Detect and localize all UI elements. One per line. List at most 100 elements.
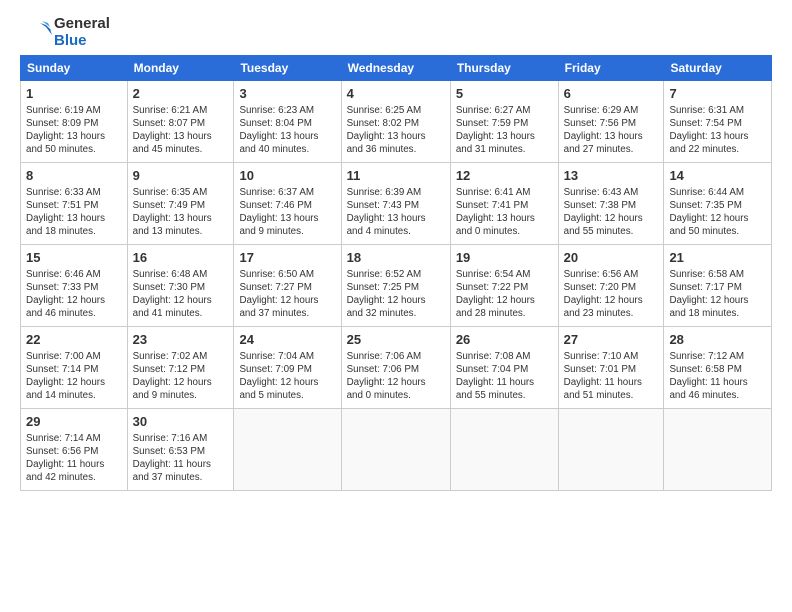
column-header-sunday: Sunday xyxy=(21,56,128,81)
day-info: Sunrise: 7:12 AM Sunset: 6:58 PM Dayligh… xyxy=(669,350,766,403)
day-number: 23 xyxy=(133,331,229,349)
day-info: Sunrise: 6:39 AM Sunset: 7:43 PM Dayligh… xyxy=(347,186,445,239)
calendar-cell: 23Sunrise: 7:02 AM Sunset: 7:12 PM Dayli… xyxy=(127,327,234,409)
calendar-cell: 19Sunrise: 6:54 AM Sunset: 7:22 PM Dayli… xyxy=(450,245,558,327)
logo-text-block: General Blue xyxy=(20,16,110,49)
calendar-cell: 5Sunrise: 6:27 AM Sunset: 7:59 PM Daylig… xyxy=(450,81,558,163)
calendar-cell: 6Sunrise: 6:29 AM Sunset: 7:56 PM Daylig… xyxy=(558,81,664,163)
day-number: 14 xyxy=(669,167,766,185)
calendar-cell: 12Sunrise: 6:41 AM Sunset: 7:41 PM Dayli… xyxy=(450,163,558,245)
day-number: 24 xyxy=(239,331,335,349)
page-container: General Blue SundayMondayTuesdayWednesda… xyxy=(0,0,792,501)
day-number: 29 xyxy=(26,413,122,431)
day-info: Sunrise: 6:50 AM Sunset: 7:27 PM Dayligh… xyxy=(239,268,335,321)
day-number: 20 xyxy=(564,249,659,267)
day-info: Sunrise: 6:48 AM Sunset: 7:30 PM Dayligh… xyxy=(133,268,229,321)
calendar-cell xyxy=(341,409,450,491)
day-number: 28 xyxy=(669,331,766,349)
day-number: 26 xyxy=(456,331,553,349)
column-header-friday: Friday xyxy=(558,56,664,81)
day-number: 4 xyxy=(347,85,445,103)
calendar-cell: 16Sunrise: 6:48 AM Sunset: 7:30 PM Dayli… xyxy=(127,245,234,327)
day-number: 30 xyxy=(133,413,229,431)
calendar-week-1: 1Sunrise: 6:19 AM Sunset: 8:09 PM Daylig… xyxy=(21,81,772,163)
day-number: 27 xyxy=(564,331,659,349)
calendar-cell: 21Sunrise: 6:58 AM Sunset: 7:17 PM Dayli… xyxy=(664,245,772,327)
day-number: 10 xyxy=(239,167,335,185)
day-number: 25 xyxy=(347,331,445,349)
day-info: Sunrise: 7:06 AM Sunset: 7:06 PM Dayligh… xyxy=(347,350,445,403)
calendar-cell xyxy=(664,409,772,491)
calendar-cell: 17Sunrise: 6:50 AM Sunset: 7:27 PM Dayli… xyxy=(234,245,341,327)
day-info: Sunrise: 6:46 AM Sunset: 7:33 PM Dayligh… xyxy=(26,268,122,321)
calendar-week-5: 29Sunrise: 7:14 AM Sunset: 6:56 PM Dayli… xyxy=(21,409,772,491)
calendar-cell: 2Sunrise: 6:21 AM Sunset: 8:07 PM Daylig… xyxy=(127,81,234,163)
column-header-monday: Monday xyxy=(127,56,234,81)
column-header-saturday: Saturday xyxy=(664,56,772,81)
calendar-cell: 18Sunrise: 6:52 AM Sunset: 7:25 PM Dayli… xyxy=(341,245,450,327)
day-info: Sunrise: 7:16 AM Sunset: 6:53 PM Dayligh… xyxy=(133,432,229,485)
day-info: Sunrise: 6:52 AM Sunset: 7:25 PM Dayligh… xyxy=(347,268,445,321)
calendar-cell: 30Sunrise: 7:16 AM Sunset: 6:53 PM Dayli… xyxy=(127,409,234,491)
day-number: 9 xyxy=(133,167,229,185)
calendar-cell: 11Sunrise: 6:39 AM Sunset: 7:43 PM Dayli… xyxy=(341,163,450,245)
day-info: Sunrise: 7:14 AM Sunset: 6:56 PM Dayligh… xyxy=(26,432,122,485)
calendar-cell: 1Sunrise: 6:19 AM Sunset: 8:09 PM Daylig… xyxy=(21,81,128,163)
calendar-cell: 8Sunrise: 6:33 AM Sunset: 7:51 PM Daylig… xyxy=(21,163,128,245)
day-info: Sunrise: 6:54 AM Sunset: 7:22 PM Dayligh… xyxy=(456,268,553,321)
day-info: Sunrise: 6:44 AM Sunset: 7:35 PM Dayligh… xyxy=(669,186,766,239)
day-info: Sunrise: 7:10 AM Sunset: 7:01 PM Dayligh… xyxy=(564,350,659,403)
logo-general: General xyxy=(54,16,110,33)
calendar-cell: 15Sunrise: 6:46 AM Sunset: 7:33 PM Dayli… xyxy=(21,245,128,327)
calendar-cell: 7Sunrise: 6:31 AM Sunset: 7:54 PM Daylig… xyxy=(664,81,772,163)
day-info: Sunrise: 6:43 AM Sunset: 7:38 PM Dayligh… xyxy=(564,186,659,239)
calendar-cell xyxy=(450,409,558,491)
day-info: Sunrise: 6:56 AM Sunset: 7:20 PM Dayligh… xyxy=(564,268,659,321)
calendar-week-2: 8Sunrise: 6:33 AM Sunset: 7:51 PM Daylig… xyxy=(21,163,772,245)
calendar-cell: 20Sunrise: 6:56 AM Sunset: 7:20 PM Dayli… xyxy=(558,245,664,327)
day-info: Sunrise: 6:41 AM Sunset: 7:41 PM Dayligh… xyxy=(456,186,553,239)
logo-words: General Blue xyxy=(54,16,110,49)
day-number: 11 xyxy=(347,167,445,185)
day-info: Sunrise: 6:29 AM Sunset: 7:56 PM Dayligh… xyxy=(564,104,659,157)
logo: General Blue xyxy=(20,16,110,49)
day-number: 22 xyxy=(26,331,122,349)
column-header-wednesday: Wednesday xyxy=(341,56,450,81)
day-info: Sunrise: 7:04 AM Sunset: 7:09 PM Dayligh… xyxy=(239,350,335,403)
day-info: Sunrise: 6:31 AM Sunset: 7:54 PM Dayligh… xyxy=(669,104,766,157)
day-info: Sunrise: 6:23 AM Sunset: 8:04 PM Dayligh… xyxy=(239,104,335,157)
day-number: 15 xyxy=(26,249,122,267)
day-number: 18 xyxy=(347,249,445,267)
day-number: 16 xyxy=(133,249,229,267)
day-number: 3 xyxy=(239,85,335,103)
column-header-tuesday: Tuesday xyxy=(234,56,341,81)
calendar-cell: 27Sunrise: 7:10 AM Sunset: 7:01 PM Dayli… xyxy=(558,327,664,409)
day-number: 1 xyxy=(26,85,122,103)
calendar-cell: 29Sunrise: 7:14 AM Sunset: 6:56 PM Dayli… xyxy=(21,409,128,491)
day-info: Sunrise: 6:27 AM Sunset: 7:59 PM Dayligh… xyxy=(456,104,553,157)
day-number: 2 xyxy=(133,85,229,103)
calendar-week-4: 22Sunrise: 7:00 AM Sunset: 7:14 PM Dayli… xyxy=(21,327,772,409)
logo-blue: Blue xyxy=(54,33,110,50)
day-info: Sunrise: 7:02 AM Sunset: 7:12 PM Dayligh… xyxy=(133,350,229,403)
calendar-cell xyxy=(234,409,341,491)
calendar-cell: 28Sunrise: 7:12 AM Sunset: 6:58 PM Dayli… xyxy=(664,327,772,409)
day-number: 7 xyxy=(669,85,766,103)
day-info: Sunrise: 6:19 AM Sunset: 8:09 PM Dayligh… xyxy=(26,104,122,157)
header: General Blue xyxy=(20,16,772,49)
calendar-cell: 24Sunrise: 7:04 AM Sunset: 7:09 PM Dayli… xyxy=(234,327,341,409)
calendar-cell: 4Sunrise: 6:25 AM Sunset: 8:02 PM Daylig… xyxy=(341,81,450,163)
day-number: 8 xyxy=(26,167,122,185)
calendar-cell: 14Sunrise: 6:44 AM Sunset: 7:35 PM Dayli… xyxy=(664,163,772,245)
calendar-table: SundayMondayTuesdayWednesdayThursdayFrid… xyxy=(20,55,772,491)
day-info: Sunrise: 6:21 AM Sunset: 8:07 PM Dayligh… xyxy=(133,104,229,157)
day-info: Sunrise: 6:37 AM Sunset: 7:46 PM Dayligh… xyxy=(239,186,335,239)
day-number: 6 xyxy=(564,85,659,103)
calendar-cell xyxy=(558,409,664,491)
calendar-cell: 25Sunrise: 7:06 AM Sunset: 7:06 PM Dayli… xyxy=(341,327,450,409)
calendar-cell: 22Sunrise: 7:00 AM Sunset: 7:14 PM Dayli… xyxy=(21,327,128,409)
column-header-thursday: Thursday xyxy=(450,56,558,81)
day-number: 12 xyxy=(456,167,553,185)
calendar-header-row: SundayMondayTuesdayWednesdayThursdayFrid… xyxy=(21,56,772,81)
day-number: 21 xyxy=(669,249,766,267)
